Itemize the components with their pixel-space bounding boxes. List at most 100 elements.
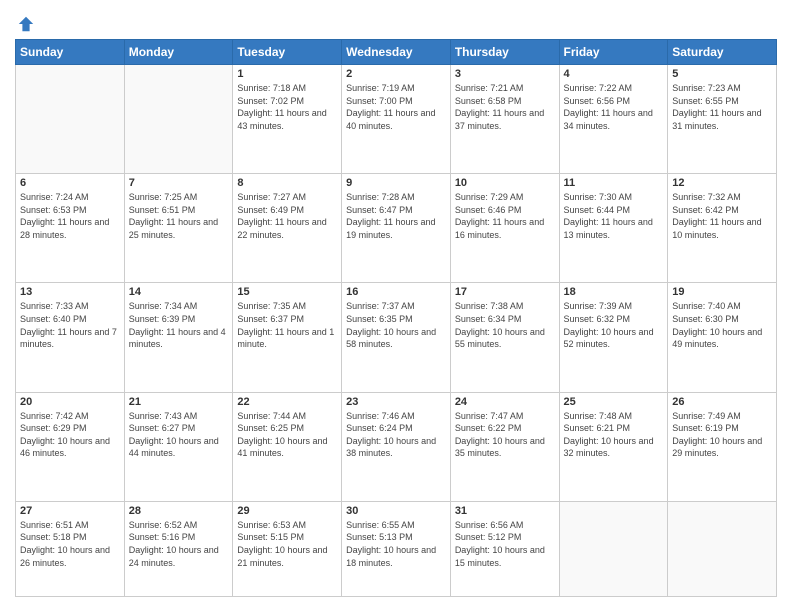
day-number: 21 [129, 396, 229, 408]
day-info: Sunrise: 7:46 AM Sunset: 6:24 PM Dayligh… [346, 410, 446, 460]
day-cell [559, 501, 668, 596]
day-info: Sunrise: 7:34 AM Sunset: 6:39 PM Dayligh… [129, 300, 229, 350]
day-info: Sunrise: 7:37 AM Sunset: 6:35 PM Dayligh… [346, 300, 446, 350]
day-cell: 9 Sunrise: 7:28 AM Sunset: 6:47 PM Daylig… [342, 174, 451, 283]
day-cell: 10 Sunrise: 7:29 AM Sunset: 6:46 PM Dayli… [450, 174, 559, 283]
day-number: 20 [20, 396, 120, 408]
day-number: 3 [455, 68, 555, 80]
day-cell: 7 Sunrise: 7:25 AM Sunset: 6:51 PM Daylig… [124, 174, 233, 283]
day-number: 9 [346, 177, 446, 189]
day-cell: 13 Sunrise: 7:33 AM Sunset: 6:40 PM Dayli… [16, 283, 125, 392]
calendar: SundayMondayTuesdayWednesdayThursdayFrid… [15, 39, 777, 597]
week-row-4: 20 Sunrise: 7:42 AM Sunset: 6:29 PM Dayli… [16, 392, 777, 501]
day-info: Sunrise: 6:55 AM Sunset: 5:13 PM Dayligh… [346, 519, 446, 569]
day-number: 22 [237, 396, 337, 408]
day-info: Sunrise: 6:52 AM Sunset: 5:16 PM Dayligh… [129, 519, 229, 569]
day-number: 18 [564, 286, 664, 298]
day-cell: 26 Sunrise: 7:49 AM Sunset: 6:19 PM Dayli… [668, 392, 777, 501]
day-info: Sunrise: 7:39 AM Sunset: 6:32 PM Dayligh… [564, 300, 664, 350]
day-number: 2 [346, 68, 446, 80]
day-number: 12 [672, 177, 772, 189]
day-number: 15 [237, 286, 337, 298]
day-cell [124, 65, 233, 174]
day-number: 14 [129, 286, 229, 298]
day-cell: 27Sunrise: 6:51 AM Sunset: 5:18 PM Dayli… [16, 501, 125, 596]
logo [15, 15, 35, 29]
day-info: Sunrise: 7:18 AM Sunset: 7:02 PM Dayligh… [237, 82, 337, 132]
weekday-header-tuesday: Tuesday [233, 40, 342, 65]
day-number: 10 [455, 177, 555, 189]
day-info: Sunrise: 7:25 AM Sunset: 6:51 PM Dayligh… [129, 191, 229, 241]
week-row-2: 6 Sunrise: 7:24 AM Sunset: 6:53 PM Daylig… [16, 174, 777, 283]
day-number: 19 [672, 286, 772, 298]
day-cell: 11Sunrise: 7:30 AM Sunset: 6:44 PM Dayli… [559, 174, 668, 283]
day-info: Sunrise: 7:44 AM Sunset: 6:25 PM Dayligh… [237, 410, 337, 460]
day-number: 5 [672, 68, 772, 80]
day-info: Sunrise: 7:48 AM Sunset: 6:21 PM Dayligh… [564, 410, 664, 460]
day-cell: 14 Sunrise: 7:34 AM Sunset: 6:39 PM Dayli… [124, 283, 233, 392]
day-cell: 12 Sunrise: 7:32 AM Sunset: 6:42 PM Dayli… [668, 174, 777, 283]
day-info: Sunrise: 7:28 AM Sunset: 6:47 PM Dayligh… [346, 191, 446, 241]
day-info: Sunrise: 6:56 AM Sunset: 5:12 PM Dayligh… [455, 519, 555, 569]
day-number: 6 [20, 177, 120, 189]
week-row-3: 13 Sunrise: 7:33 AM Sunset: 6:40 PM Dayli… [16, 283, 777, 392]
day-cell: 18 Sunrise: 7:39 AM Sunset: 6:32 PM Dayli… [559, 283, 668, 392]
day-info: Sunrise: 7:42 AM Sunset: 6:29 PM Dayligh… [20, 410, 120, 460]
day-number: 16 [346, 286, 446, 298]
day-info: Sunrise: 7:43 AM Sunset: 6:27 PM Dayligh… [129, 410, 229, 460]
day-cell: 5 Sunrise: 7:23 AM Sunset: 6:55 PM Daylig… [668, 65, 777, 174]
weekday-header-friday: Friday [559, 40, 668, 65]
day-number: 30 [346, 505, 446, 517]
week-row-1: 1 Sunrise: 7:18 AM Sunset: 7:02 PM Daylig… [16, 65, 777, 174]
day-info: Sunrise: 7:29 AM Sunset: 6:46 PM Dayligh… [455, 191, 555, 241]
day-cell: 16 Sunrise: 7:37 AM Sunset: 6:35 PM Dayli… [342, 283, 451, 392]
day-cell: 3 Sunrise: 7:21 AM Sunset: 6:58 PM Daylig… [450, 65, 559, 174]
day-cell: 6 Sunrise: 7:24 AM Sunset: 6:53 PM Daylig… [16, 174, 125, 283]
day-cell: 1 Sunrise: 7:18 AM Sunset: 7:02 PM Daylig… [233, 65, 342, 174]
day-info: Sunrise: 7:35 AM Sunset: 6:37 PM Dayligh… [237, 300, 337, 350]
weekday-header-wednesday: Wednesday [342, 40, 451, 65]
day-info: Sunrise: 7:24 AM Sunset: 6:53 PM Dayligh… [20, 191, 120, 241]
day-info: Sunrise: 7:21 AM Sunset: 6:58 PM Dayligh… [455, 82, 555, 132]
day-number: 1 [237, 68, 337, 80]
day-cell: 23 Sunrise: 7:46 AM Sunset: 6:24 PM Dayli… [342, 392, 451, 501]
day-cell: 8 Sunrise: 7:27 AM Sunset: 6:49 PM Daylig… [233, 174, 342, 283]
day-number: 28 [129, 505, 229, 517]
day-cell: 20 Sunrise: 7:42 AM Sunset: 6:29 PM Dayli… [16, 392, 125, 501]
day-cell: 30 Sunrise: 6:55 AM Sunset: 5:13 PM Dayli… [342, 501, 451, 596]
day-cell: 2 Sunrise: 7:19 AM Sunset: 7:00 PM Daylig… [342, 65, 451, 174]
day-number: 13 [20, 286, 120, 298]
day-info: Sunrise: 7:23 AM Sunset: 6:55 PM Dayligh… [672, 82, 772, 132]
day-cell [668, 501, 777, 596]
day-info: Sunrise: 7:38 AM Sunset: 6:34 PM Dayligh… [455, 300, 555, 350]
day-cell: 29Sunrise: 6:53 AM Sunset: 5:15 PM Dayli… [233, 501, 342, 596]
weekday-header-row: SundayMondayTuesdayWednesdayThursdayFrid… [16, 40, 777, 65]
day-number: 7 [129, 177, 229, 189]
day-info: Sunrise: 7:30 AM Sunset: 6:44 PM Dayligh… [564, 191, 664, 241]
day-number: 24 [455, 396, 555, 408]
day-number: 4 [564, 68, 664, 80]
day-cell [16, 65, 125, 174]
week-row-5: 27Sunrise: 6:51 AM Sunset: 5:18 PM Dayli… [16, 501, 777, 596]
day-number: 27 [20, 505, 120, 517]
day-cell: 4 Sunrise: 7:22 AM Sunset: 6:56 PM Daylig… [559, 65, 668, 174]
day-info: Sunrise: 7:32 AM Sunset: 6:42 PM Dayligh… [672, 191, 772, 241]
day-cell: 31Sunrise: 6:56 AM Sunset: 5:12 PM Dayli… [450, 501, 559, 596]
day-info: Sunrise: 7:27 AM Sunset: 6:49 PM Dayligh… [237, 191, 337, 241]
day-number: 26 [672, 396, 772, 408]
day-info: Sunrise: 7:19 AM Sunset: 7:00 PM Dayligh… [346, 82, 446, 132]
day-cell: 28 Sunrise: 6:52 AM Sunset: 5:16 PM Dayli… [124, 501, 233, 596]
header [15, 15, 777, 29]
day-cell: 19Sunrise: 7:40 AM Sunset: 6:30 PM Dayli… [668, 283, 777, 392]
day-number: 8 [237, 177, 337, 189]
day-info: Sunrise: 7:49 AM Sunset: 6:19 PM Dayligh… [672, 410, 772, 460]
day-info: Sunrise: 7:22 AM Sunset: 6:56 PM Dayligh… [564, 82, 664, 132]
day-number: 25 [564, 396, 664, 408]
weekday-header-saturday: Saturday [668, 40, 777, 65]
day-number: 17 [455, 286, 555, 298]
day-number: 23 [346, 396, 446, 408]
day-info: Sunrise: 7:33 AM Sunset: 6:40 PM Dayligh… [20, 300, 120, 350]
day-cell: 15 Sunrise: 7:35 AM Sunset: 6:37 PM Dayli… [233, 283, 342, 392]
day-cell: 25 Sunrise: 7:48 AM Sunset: 6:21 PM Dayli… [559, 392, 668, 501]
day-cell: 17 Sunrise: 7:38 AM Sunset: 6:34 PM Dayli… [450, 283, 559, 392]
